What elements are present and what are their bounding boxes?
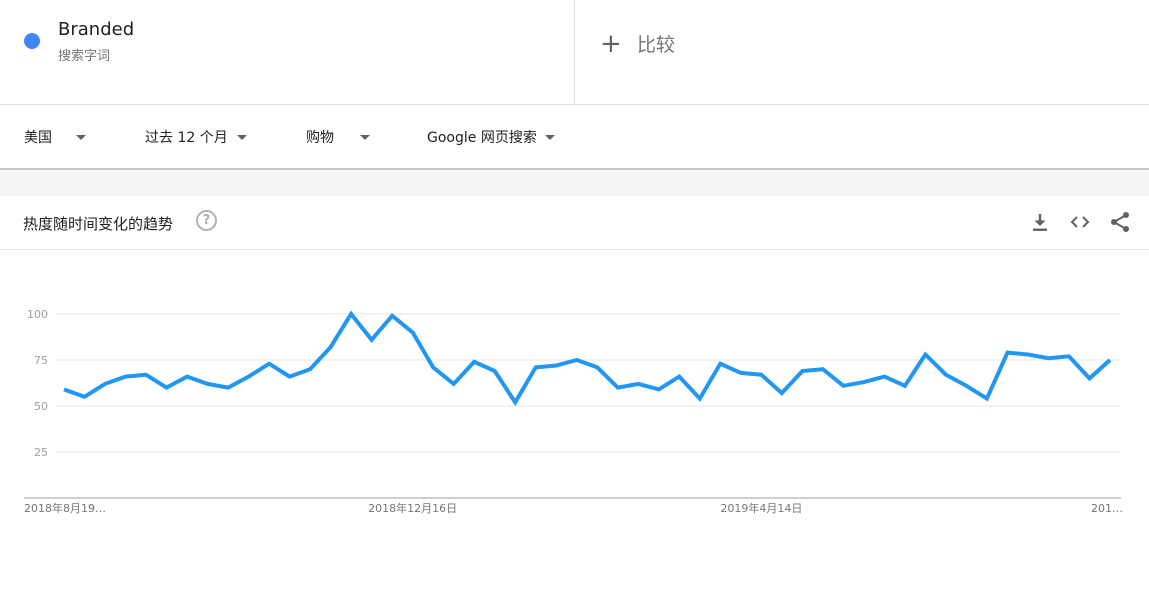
data-point[interactable] xyxy=(325,341,337,353)
download-icon[interactable] xyxy=(1028,210,1052,234)
data-point[interactable] xyxy=(1083,372,1095,384)
data-point[interactable] xyxy=(673,371,685,383)
data-point[interactable] xyxy=(243,371,255,383)
data-point[interactable] xyxy=(694,393,706,405)
data-point[interactable] xyxy=(796,365,808,377)
data-point[interactable] xyxy=(735,367,747,379)
data-point[interactable] xyxy=(448,378,460,390)
x-tick-label: 2018年8月19… xyxy=(24,501,106,515)
search-type-filter-label: Google 网页搜索 xyxy=(427,130,537,146)
x-tick-label: 2018年12月16日 xyxy=(368,501,457,515)
dropdown-arrow-icon xyxy=(76,134,86,140)
trend-chart: 100 75 50 25 2018年8月19… 2018年12月16日 2019年4月14日… xyxy=(0,250,1149,586)
trend-chart-svg[interactable]: 100 75 50 25 2018年8月19… 2018年12月16日 2019年4月14日… xyxy=(0,250,1149,586)
data-point[interactable] xyxy=(181,371,193,383)
data-point[interactable] xyxy=(1104,354,1116,366)
term-subtitle: 搜索字词 xyxy=(58,49,111,64)
compare-label: 比较 xyxy=(637,34,676,56)
term-color-dot xyxy=(24,33,40,49)
data-point[interactable] xyxy=(1042,352,1054,364)
data-point[interactable] xyxy=(940,369,952,381)
dropdown-arrow-icon xyxy=(544,134,555,140)
data-point[interactable] xyxy=(140,369,152,381)
chart-card-title: 热度随时间变化的趋势 xyxy=(23,215,174,233)
y-tick-label: 75 xyxy=(34,354,48,367)
chart-card-header: 热度随时间变化的趋势 ? xyxy=(0,196,1149,250)
dropdown-arrow-icon xyxy=(360,134,370,140)
time-filter[interactable]: 过去 12 个月 xyxy=(145,127,247,147)
data-point[interactable] xyxy=(550,360,562,372)
data-point[interactable] xyxy=(858,376,870,388)
time-filter-label: 过去 12 个月 xyxy=(145,130,228,146)
data-point[interactable] xyxy=(776,387,788,399)
series-line-branded[interactable] xyxy=(63,310,1112,407)
data-point[interactable] xyxy=(366,334,378,346)
data-point[interactable] xyxy=(345,308,357,320)
y-tick-label: 50 xyxy=(34,400,48,413)
data-point[interactable] xyxy=(468,356,480,368)
data-point[interactable] xyxy=(58,383,70,395)
data-point[interactable] xyxy=(202,378,214,390)
data-point[interactable] xyxy=(489,365,501,377)
data-point[interactable] xyxy=(632,378,644,390)
data-point[interactable] xyxy=(817,363,829,375)
data-point[interactable] xyxy=(837,380,849,392)
category-filter[interactable]: 购物 xyxy=(306,127,370,147)
data-point[interactable] xyxy=(161,382,173,394)
data-point[interactable] xyxy=(304,363,316,375)
data-point[interactable] xyxy=(878,371,890,383)
data-point[interactable] xyxy=(427,361,439,373)
data-point[interactable] xyxy=(653,383,665,395)
dropdown-arrow-icon xyxy=(236,134,247,140)
data-point[interactable] xyxy=(222,382,234,394)
region-filter[interactable]: 美国 xyxy=(24,127,86,147)
data-point[interactable] xyxy=(591,361,603,373)
data-point[interactable] xyxy=(284,371,296,383)
data-point[interactable] xyxy=(79,391,91,403)
data-point[interactable] xyxy=(960,380,972,392)
help-icon[interactable]: ? xyxy=(196,210,217,231)
region-filter-label: 美国 xyxy=(24,130,52,146)
data-point[interactable] xyxy=(919,348,931,360)
y-tick-label: 100 xyxy=(27,308,48,321)
x-tick-label: 201… xyxy=(1091,502,1123,515)
embed-icon[interactable] xyxy=(1068,210,1092,234)
compare-button[interactable]: + 比较 xyxy=(600,30,675,57)
data-point[interactable] xyxy=(386,310,398,322)
share-icon[interactable] xyxy=(1108,210,1132,234)
y-tick-label: 25 xyxy=(34,446,48,459)
term-name[interactable]: Branded xyxy=(58,19,134,40)
section-divider xyxy=(0,170,1149,196)
filter-bar: 美国 过去 12 个月 购物 Google 网页搜索 xyxy=(0,105,1149,170)
search-term-card[interactable]: Branded 搜索字词 xyxy=(0,0,575,104)
data-point[interactable] xyxy=(981,393,993,405)
plus-icon: + xyxy=(600,28,622,59)
data-point[interactable] xyxy=(612,382,624,394)
data-point[interactable] xyxy=(755,369,767,381)
data-point[interactable] xyxy=(571,354,583,366)
data-point[interactable] xyxy=(120,371,132,383)
data-point[interactable] xyxy=(509,396,521,408)
data-point[interactable] xyxy=(899,380,911,392)
data-point[interactable] xyxy=(263,358,275,370)
data-point[interactable] xyxy=(407,326,419,338)
x-tick-label: 2019年4月14日 xyxy=(720,501,802,515)
data-point[interactable] xyxy=(530,361,542,373)
data-point[interactable] xyxy=(99,378,111,390)
data-point[interactable] xyxy=(714,358,726,370)
data-point[interactable] xyxy=(1001,347,1013,359)
search-term-header: Branded 搜索字词 + 比较 xyxy=(0,0,1149,105)
data-point[interactable] xyxy=(1063,350,1075,362)
category-filter-label: 购物 xyxy=(306,130,334,146)
search-type-filter[interactable]: Google 网页搜索 xyxy=(427,127,555,147)
data-point[interactable] xyxy=(1022,348,1034,360)
